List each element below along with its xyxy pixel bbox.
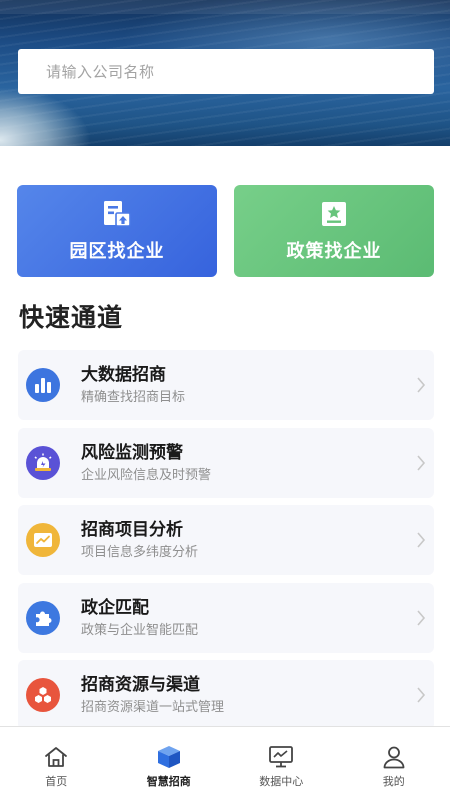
alarm-light-icon: [26, 445, 60, 480]
list-item-resources-channels[interactable]: 招商资源与渠道 招商资源渠道一站式管理: [18, 660, 434, 730]
search-placeholder: 请输入公司名称: [46, 63, 155, 81]
item-subtitle: 招商资源渠道一站式管理: [81, 700, 225, 715]
item-title: 风险监测预警: [81, 442, 183, 463]
policy-find-enterprise-button[interactable]: 政策找企业: [234, 185, 434, 277]
tab-mine[interactable]: 我的: [338, 727, 450, 800]
hero-banner: 请输入公司名称: [0, 0, 450, 146]
chevron-right-icon: [417, 532, 426, 548]
list-item-project-analysis[interactable]: 招商项目分析 项目信息多纬度分析: [18, 505, 434, 575]
trend-board-icon: [26, 523, 60, 557]
chevron-right-icon: [417, 454, 426, 471]
section-title: 快速通道: [19, 303, 124, 332]
park-find-enterprise-button[interactable]: 园区找企业: [17, 185, 217, 277]
tab-label: 首页: [45, 775, 68, 788]
quick-channel-list: 大数据招商 精确查找招商目标 风险监测预警 企业风险信息及时预警 招商项目分析 …: [18, 350, 434, 738]
item-title: 大数据招商: [81, 365, 166, 385]
park-find-enterprise-label: 园区找企业: [69, 241, 165, 262]
bar-chart-icon: [26, 368, 60, 402]
item-subtitle: 企业风险信息及时预警: [81, 467, 212, 483]
chevron-right-icon: [417, 687, 426, 703]
search-input[interactable]: 请输入公司名称: [18, 49, 434, 94]
cube-icon: [157, 746, 180, 768]
chevron-right-icon: [417, 377, 426, 393]
hexagon-cluster-icon: [26, 678, 60, 712]
tab-home[interactable]: 首页: [0, 727, 113, 800]
chevron-right-icon: [417, 609, 426, 626]
document-star-icon: [322, 202, 346, 226]
list-item-risk-warning[interactable]: 风险监测预警 企业风险信息及时预警: [18, 427, 434, 498]
list-item-policy-match[interactable]: 政企匹配 政策与企业智能匹配: [18, 582, 434, 653]
tab-label: 我的: [382, 775, 405, 788]
tab-label: 智慧招商: [146, 775, 191, 788]
user-icon: [383, 746, 405, 769]
tab-data-center[interactable]: 数据中心: [225, 727, 338, 800]
item-title: 政企匹配: [81, 597, 149, 618]
bottom-tab-bar: 首页 智慧招商 数据中心 我的: [0, 726, 450, 800]
list-item-big-data[interactable]: 大数据招商 精确查找招商目标: [18, 350, 434, 420]
home-icon: [45, 747, 68, 767]
item-subtitle: 精确查找招商目标: [81, 390, 186, 405]
item-title: 招商项目分析: [81, 520, 183, 540]
tab-smart-investment[interactable]: 智慧招商: [113, 727, 226, 800]
puzzle-icon: [26, 600, 60, 635]
building-upload-icon: [104, 201, 131, 227]
item-subtitle: 政策与企业智能匹配: [81, 622, 199, 638]
tab-label: 数据中心: [259, 775, 304, 788]
item-title: 招商资源与渠道: [81, 675, 200, 695]
policy-find-enterprise-label: 政策找企业: [286, 241, 382, 262]
banner-top-fade: [0, 0, 450, 14]
item-subtitle: 项目信息多纬度分析: [81, 545, 199, 560]
monitor-chart-icon: [269, 746, 294, 768]
